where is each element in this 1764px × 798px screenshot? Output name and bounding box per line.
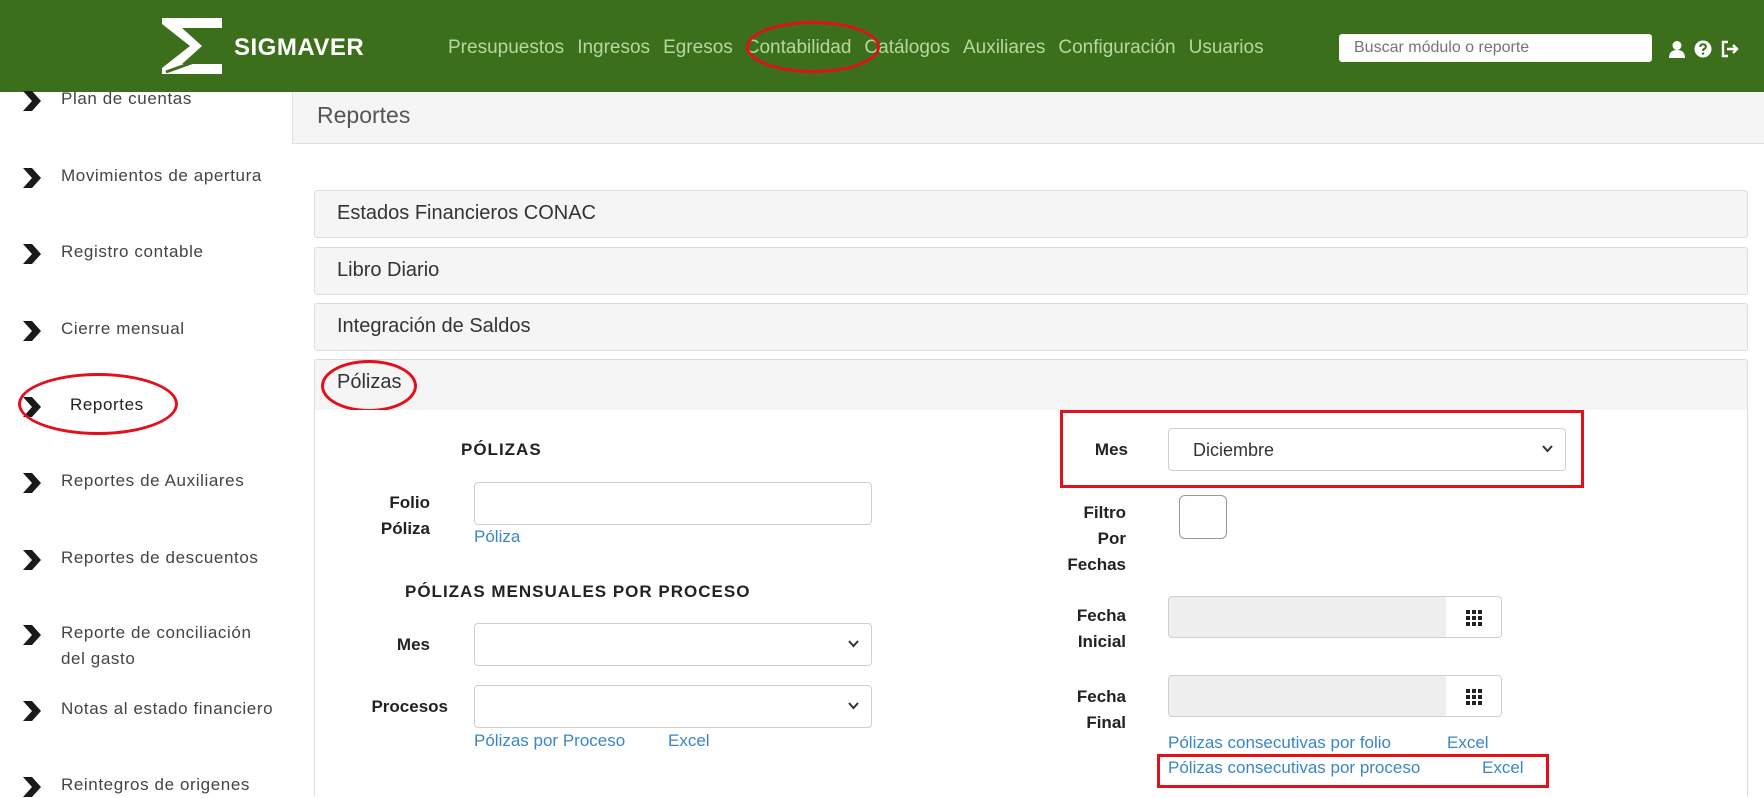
sidebar-item-cierre-mensual[interactable]: Cierre mensual xyxy=(20,316,281,342)
calendar-grid-icon xyxy=(1466,610,1482,626)
panel-integracion-saldos[interactable]: Integración de Saldos xyxy=(314,303,1748,351)
chevron-right-icon xyxy=(23,550,41,570)
sidebar-item-label: Reportes de descuentos xyxy=(61,548,259,567)
nav-configuracion[interactable]: Configuración xyxy=(1058,37,1175,59)
sidebar-item-label: Reportes xyxy=(70,395,144,414)
fecha-final-label: Fecha Final xyxy=(1040,684,1126,736)
fecha-final-line1: Fecha xyxy=(1076,687,1126,706)
chevron-down-icon xyxy=(848,702,859,710)
top-navbar: SIGMAVER Presupuestos Ingresos Egresos C… xyxy=(0,0,1764,92)
chevron-down-icon xyxy=(1542,445,1553,453)
panel-title: Estados Financieros CONAC xyxy=(337,202,596,224)
brand-name[interactable]: SIGMAVER xyxy=(234,34,364,62)
nav-usuarios[interactable]: Usuarios xyxy=(1189,37,1264,59)
sidebar-item-label: Cierre mensual xyxy=(61,319,185,338)
chevron-right-icon xyxy=(23,625,41,645)
sidebar-item-notas[interactable]: Notas al estado financiero xyxy=(20,696,281,722)
folio-poliza-input[interactable] xyxy=(474,482,872,525)
sidebar-item-label: Movimientos de apertura xyxy=(61,166,262,185)
panel-estados-financieros[interactable]: Estados Financieros CONAC xyxy=(314,190,1748,238)
help-icon[interactable] xyxy=(1694,40,1712,58)
chevron-down-icon xyxy=(848,640,859,648)
chevron-right-icon xyxy=(23,91,41,111)
calendar-grid-icon xyxy=(1466,689,1482,705)
sidebar-item-reportes-auxiliares[interactable]: Reportes de Auxiliares xyxy=(20,468,281,494)
folio-poliza-label: Folio Póliza xyxy=(360,490,430,542)
mensuales-section-title: PÓLIZAS MENSUALES POR PROCESO xyxy=(405,582,751,601)
mes-label-left: Mes xyxy=(396,635,430,654)
page-title: Reportes xyxy=(317,102,411,128)
fecha-final-input[interactable] xyxy=(1168,675,1447,717)
sidebar-item-label: Plan de cuentas xyxy=(61,89,192,108)
sidebar-item-label: Notas al estado financiero xyxy=(61,699,274,718)
sidebar-item-registro-contable[interactable]: Registro contable xyxy=(20,239,281,265)
panel-polizas[interactable]: Pólizas xyxy=(314,359,1748,411)
fecha-final-calendar-button[interactable] xyxy=(1446,675,1502,717)
sidebar: Plan de cuentas Movimientos de apertura … xyxy=(0,89,290,798)
chevron-right-icon xyxy=(23,168,41,188)
nav-egresos[interactable]: Egresos xyxy=(663,37,733,59)
panel-libro-diario[interactable]: Libro Diario xyxy=(314,247,1748,295)
nav-auxiliares[interactable]: Auxiliares xyxy=(963,37,1045,59)
filtro-line2: Por xyxy=(1097,529,1126,548)
chevron-right-icon xyxy=(23,701,41,721)
consecutivas-proceso-excel-link[interactable]: Excel xyxy=(1482,758,1524,778)
consecutivas-proceso-link[interactable]: Pólizas consecutivas por proceso xyxy=(1168,758,1420,778)
consecutivas-folio-link[interactable]: Pólizas consecutivas por folio xyxy=(1168,733,1391,753)
poliza-link[interactable]: Póliza xyxy=(474,527,520,547)
polizas-section-title: PÓLIZAS xyxy=(461,440,542,459)
sidebar-item-label: Registro contable xyxy=(61,242,204,261)
sidebar-item-label: Reportes de Auxiliares xyxy=(61,471,245,490)
sidebar-item-movimientos[interactable]: Movimientos de apertura xyxy=(20,163,281,189)
sigmaver-logo-icon xyxy=(162,18,222,74)
procesos-label: Procesos xyxy=(371,697,448,716)
panel-title: Libro Diario xyxy=(337,259,440,281)
sidebar-item-reintegros[interactable]: Reintegros de origenes xyxy=(20,772,281,798)
user-actions xyxy=(1668,40,1740,58)
mes-select-right[interactable]: Diciembre xyxy=(1168,428,1566,471)
fecha-final-line2: Final xyxy=(1086,713,1126,732)
polizas-por-proceso-excel-link[interactable]: Excel xyxy=(668,731,710,751)
chevron-right-icon xyxy=(23,321,41,341)
sidebar-item-reportes-descuentos[interactable]: Reportes de descuentos xyxy=(20,545,281,571)
chevron-right-icon xyxy=(23,397,41,417)
nav-contabilidad[interactable]: Contabilidad xyxy=(746,37,852,59)
nav-presupuestos[interactable]: Presupuestos xyxy=(448,37,564,59)
polizas-por-proceso-link[interactable]: Pólizas por Proceso xyxy=(474,731,625,751)
fecha-inicial-line1: Fecha xyxy=(1076,606,1126,625)
filtro-line1: Filtro xyxy=(1083,503,1127,522)
filtro-fechas-checkbox[interactable] xyxy=(1179,495,1227,539)
nav-catalogos[interactable]: Catálogos xyxy=(864,37,950,59)
consecutivas-folio-excel-link[interactable]: Excel xyxy=(1447,733,1489,753)
search-input[interactable] xyxy=(1339,34,1652,62)
fecha-inicial-calendar-button[interactable] xyxy=(1446,596,1502,638)
main-nav: Presupuestos Ingresos Egresos Contabilid… xyxy=(448,37,1277,59)
logout-icon[interactable] xyxy=(1720,40,1740,58)
page-header: Reportes xyxy=(292,92,1764,144)
procesos-select[interactable] xyxy=(474,685,872,728)
fecha-inicial-line2: Inicial xyxy=(1077,632,1126,651)
panel-title: Integración de Saldos xyxy=(337,315,531,337)
sidebar-item-conciliacion[interactable]: Reporte de conciliación del gasto xyxy=(20,620,261,672)
filtro-fechas-label: Filtro Por Fechas xyxy=(1040,500,1126,578)
sidebar-item-label: Reintegros de origenes xyxy=(61,775,250,794)
sidebar-item-reportes[interactable]: Reportes xyxy=(20,392,290,418)
sidebar-item-plan-de-cuentas[interactable]: Plan de cuentas xyxy=(20,86,281,112)
chevron-right-icon xyxy=(23,473,41,493)
mes-select-right-value: Diciembre xyxy=(1193,440,1275,460)
fecha-inicial-input[interactable] xyxy=(1168,596,1447,638)
sidebar-item-label: Reporte de conciliación del gasto xyxy=(61,623,252,668)
folio-label-line1: Folio xyxy=(389,493,430,512)
mes-select-left[interactable] xyxy=(474,623,872,666)
mes-label-right: Mes xyxy=(1094,440,1128,459)
filtro-line3: Fechas xyxy=(1067,555,1126,574)
user-icon[interactable] xyxy=(1668,40,1686,58)
chevron-right-icon xyxy=(23,244,41,264)
folio-label-line2: Póliza xyxy=(380,519,430,538)
chevron-right-icon xyxy=(23,777,41,797)
nav-ingresos[interactable]: Ingresos xyxy=(577,37,650,59)
fecha-inicial-label: Fecha Inicial xyxy=(1040,603,1126,655)
panel-title: Pólizas xyxy=(337,371,402,393)
